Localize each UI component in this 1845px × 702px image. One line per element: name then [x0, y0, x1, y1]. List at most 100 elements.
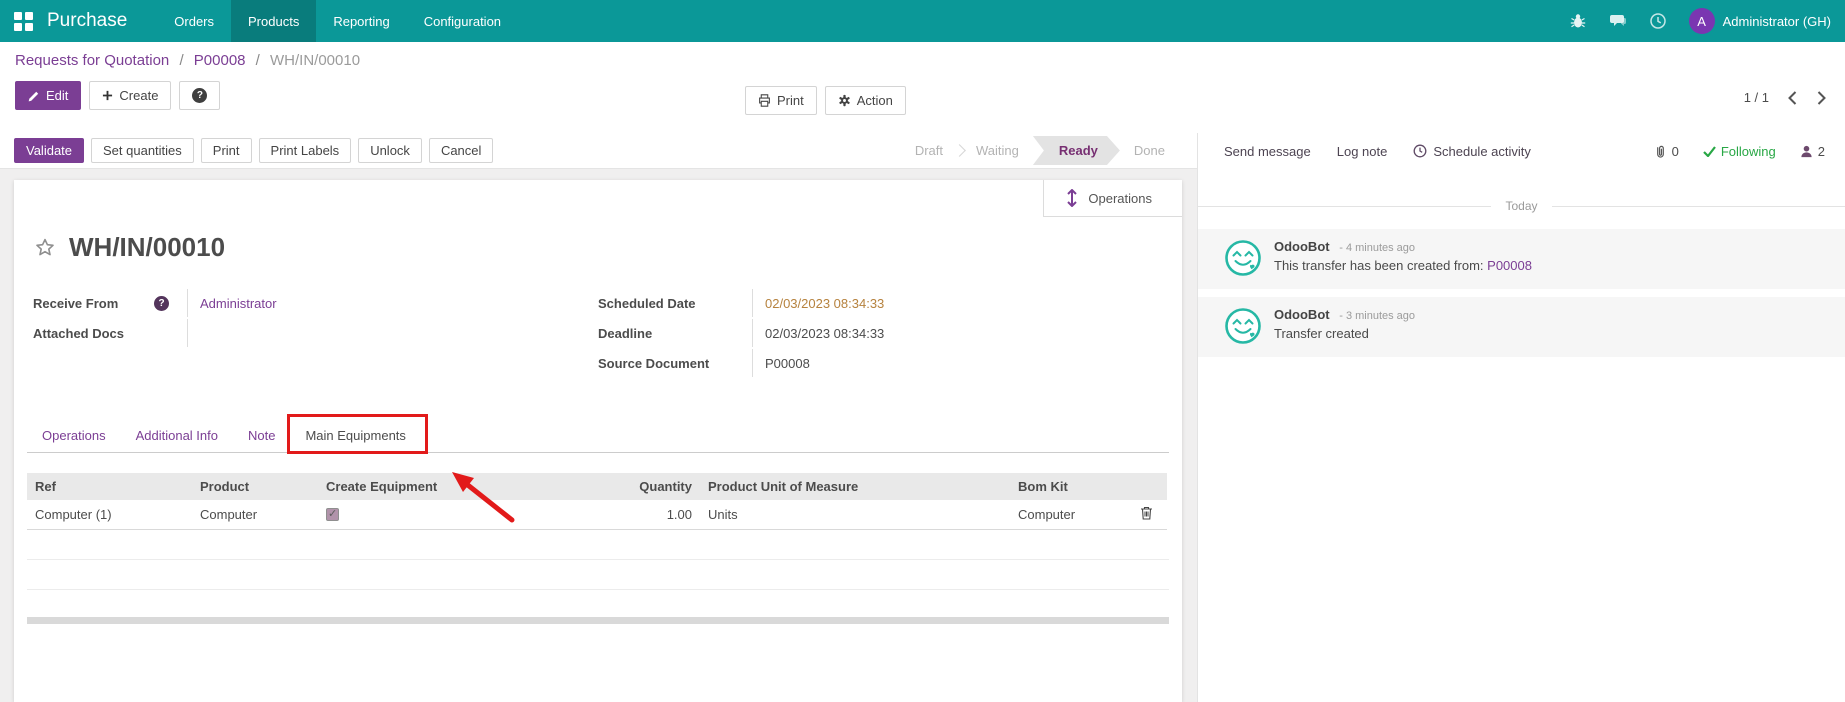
- state-done[interactable]: Done: [1120, 143, 1179, 158]
- print-button[interactable]: Print: [201, 138, 252, 163]
- breadcrumb-current: WH/IN/00010: [270, 52, 360, 69]
- following-button[interactable]: Following: [1703, 144, 1776, 159]
- message-body: Transfer created: [1274, 326, 1415, 341]
- menu-orders[interactable]: Orders: [157, 0, 231, 42]
- message-author[interactable]: OdooBot: [1274, 307, 1330, 322]
- col-bom-kit[interactable]: Bom Kit: [1010, 473, 1125, 500]
- notebook-tabs: Operations Additional Info Note Main Equ…: [27, 419, 1169, 453]
- status-widget: Draft Waiting Ready Done: [901, 136, 1179, 165]
- top-navbar: Purchase Orders Products Reporting Confi…: [0, 0, 1845, 42]
- create-equipment-checkbox[interactable]: [326, 508, 339, 521]
- source-document-value[interactable]: P00008: [753, 349, 810, 377]
- form-sheet: Operations WH/IN/00010 Receive From: [14, 180, 1182, 702]
- cell-create-equipment: [318, 500, 548, 530]
- edit-button[interactable]: Edit: [15, 81, 81, 110]
- scheduled-date-value[interactable]: 02/03/2023 08:34:33: [753, 289, 884, 317]
- table-row[interactable]: Computer (1) Computer 1.00 Units Compute…: [27, 500, 1167, 530]
- menu-configuration[interactable]: Configuration: [407, 0, 518, 42]
- source-document-label: Source Document: [598, 349, 753, 377]
- table-header-row: Ref Product Create Equipment Quantity Pr…: [27, 473, 1167, 500]
- tab-main-equipments[interactable]: Main Equipments: [290, 419, 420, 452]
- tab-additional-info[interactable]: Additional Info: [121, 419, 233, 452]
- followers-counter[interactable]: 2: [1800, 144, 1825, 159]
- cell-bom-kit[interactable]: Computer: [1010, 500, 1125, 530]
- record-title: WH/IN/00010: [69, 232, 225, 263]
- user-menu[interactable]: A Administrator (GH): [1689, 8, 1831, 34]
- chatter-message: OdooBot - 4 minutes ago This transfer ha…: [1198, 229, 1845, 289]
- schedule-activity-button[interactable]: Schedule activity: [1413, 144, 1531, 159]
- validate-button[interactable]: Validate: [14, 138, 84, 163]
- delete-trash-icon[interactable]: [1140, 506, 1153, 520]
- messages-icon[interactable]: [1609, 12, 1627, 30]
- print-menu-button[interactable]: Print: [745, 86, 817, 115]
- operations-smart-button[interactable]: Operations: [1043, 180, 1182, 217]
- deadline-value[interactable]: 02/03/2023 08:34:33: [753, 319, 884, 347]
- field-help-icon[interactable]: ?: [154, 296, 169, 311]
- action-menu-button[interactable]: Action: [825, 86, 906, 115]
- tab-note[interactable]: Note: [233, 419, 290, 452]
- apps-grid-icon[interactable]: [14, 12, 33, 31]
- breadcrumb: Requests for Quotation / P00008 / WH/IN/…: [15, 52, 1830, 69]
- attached-docs-label: Attached Docs: [33, 319, 188, 347]
- unlock-button[interactable]: Unlock: [358, 138, 422, 163]
- log-note-button[interactable]: Log note: [1337, 144, 1388, 159]
- control-panel: Requests for Quotation / P00008 / WH/IN/…: [0, 42, 1845, 133]
- set-quantities-button[interactable]: Set quantities: [91, 138, 194, 163]
- paperclip-icon: [1654, 144, 1667, 159]
- menu-products[interactable]: Products: [231, 0, 316, 42]
- favorite-star-icon[interactable]: [33, 236, 57, 260]
- breadcrumb-rfq[interactable]: Requests for Quotation: [15, 52, 169, 69]
- plus-icon: [102, 90, 113, 101]
- user-avatar[interactable]: A: [1689, 8, 1715, 34]
- col-uom[interactable]: Product Unit of Measure: [700, 473, 1010, 500]
- person-icon: [1800, 145, 1813, 158]
- send-message-button[interactable]: Send message: [1224, 144, 1311, 159]
- cell-quantity[interactable]: 1.00: [548, 500, 700, 530]
- col-product[interactable]: Product: [192, 473, 318, 500]
- chatter-message: OdooBot - 3 minutes ago Transfer created: [1198, 297, 1845, 357]
- cell-product[interactable]: Computer: [192, 500, 318, 530]
- message-author[interactable]: OdooBot: [1274, 239, 1330, 254]
- empty-list-line: [27, 560, 1169, 590]
- deadline-label: Deadline: [598, 319, 753, 347]
- pager-previous-icon[interactable]: [1787, 91, 1798, 105]
- receive-from-label: Receive From ?: [33, 289, 188, 317]
- check-icon: [1703, 146, 1716, 157]
- cell-ref[interactable]: Computer (1): [27, 500, 192, 530]
- breadcrumb-p00008[interactable]: P00008: [194, 52, 246, 69]
- state-waiting[interactable]: Waiting: [962, 143, 1033, 158]
- clock-icon: [1413, 144, 1427, 158]
- pager-next-icon[interactable]: [1816, 91, 1827, 105]
- attachments-counter[interactable]: 0: [1654, 144, 1679, 159]
- print-labels-button[interactable]: Print Labels: [259, 138, 352, 163]
- app-name[interactable]: Purchase: [47, 10, 127, 32]
- cell-uom[interactable]: Units: [700, 500, 1010, 530]
- activities-clock-icon[interactable]: [1649, 12, 1667, 30]
- printer-icon: [758, 94, 771, 107]
- equipment-lines-table: Ref Product Create Equipment Quantity Pr…: [27, 473, 1167, 530]
- odoo-app-window: Purchase Orders Products Reporting Confi…: [0, 0, 1845, 702]
- col-quantity[interactable]: Quantity: [548, 473, 700, 500]
- field-group-right: Scheduled Date 02/03/2023 08:34:33 Deadl…: [598, 289, 1118, 379]
- message-record-link[interactable]: P00008: [1487, 258, 1532, 273]
- chatter-panel: Send message Log note Schedule activity …: [1197, 133, 1845, 702]
- menu-reporting[interactable]: Reporting: [316, 0, 406, 42]
- debug-bug-icon[interactable]: [1569, 12, 1587, 30]
- cancel-button[interactable]: Cancel: [429, 138, 493, 163]
- state-ready[interactable]: Ready: [1033, 136, 1120, 165]
- attached-docs-value[interactable]: [188, 319, 200, 347]
- pager-value: 1 / 1: [1744, 90, 1769, 105]
- help-button[interactable]: ?: [179, 81, 220, 110]
- odoobot-avatar[interactable]: [1224, 239, 1262, 277]
- col-create-equipment[interactable]: Create Equipment: [318, 473, 548, 500]
- receive-from-value[interactable]: Administrator: [200, 296, 277, 311]
- col-ref[interactable]: Ref: [27, 473, 192, 500]
- arrows-up-down-icon: [1066, 189, 1078, 207]
- state-draft[interactable]: Draft: [901, 143, 957, 158]
- tab-operations[interactable]: Operations: [27, 419, 121, 452]
- field-group-left: Receive From ? Administrator Attached Do…: [33, 289, 553, 379]
- horizontal-scrollbar[interactable]: [27, 617, 1169, 624]
- message-body: This transfer has been created from: P00…: [1274, 258, 1532, 273]
- create-button[interactable]: Create: [89, 81, 171, 110]
- odoobot-avatar[interactable]: [1224, 307, 1262, 345]
